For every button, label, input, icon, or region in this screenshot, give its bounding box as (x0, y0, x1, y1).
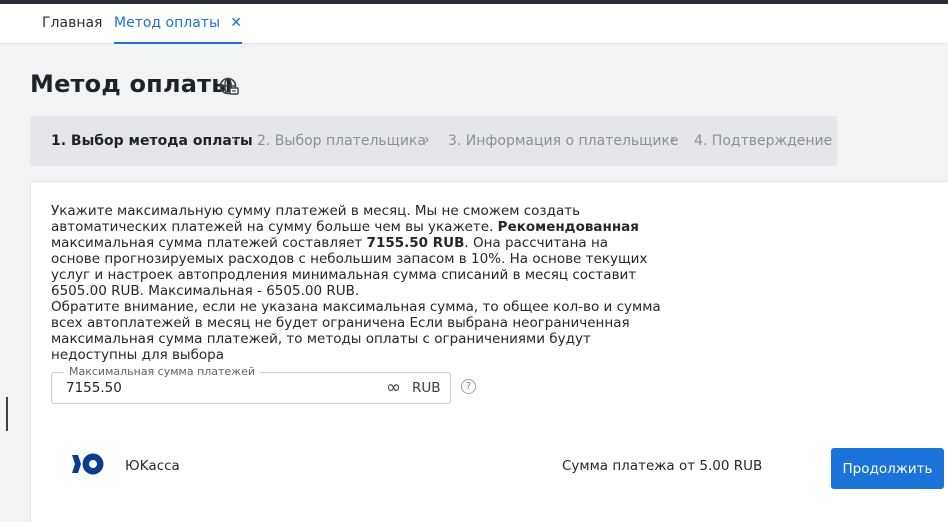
checkout-steps: 1. Выбор метода оплаты › 2. Выбор плател… (30, 116, 837, 166)
yookassa-logo (72, 453, 104, 475)
tab-payment-method-label[interactable]: Метод оплаты (114, 15, 220, 31)
max-amount-description: Укажите максимальную сумму платежей в ме… (51, 203, 661, 363)
infinity-icon[interactable]: ∞ (386, 377, 401, 399)
globe-icon[interactable] (219, 77, 239, 97)
provider-name: ЮKасса (125, 458, 180, 474)
min-amount-note: Сумма платежа от 5.00 RUB (562, 458, 763, 474)
chevron-right-icon: › (670, 132, 676, 148)
tab-home[interactable]: Главная (42, 4, 102, 43)
chevron-right-icon: › (424, 132, 430, 148)
tab-payment-method[interactable]: Метод оплаты ✕ (114, 4, 242, 44)
scroll-indicator[interactable] (6, 397, 8, 431)
description-paragraph-2: Обратите внимание, если не указана макси… (51, 299, 661, 363)
max-amount-field[interactable]: Максимальная сумма платежей ∞ RUB (51, 365, 451, 404)
max-amount-input[interactable] (66, 373, 366, 403)
tab-bar: Главная Метод оплаты ✕ (0, 4, 948, 44)
step-confirmation: 4. Подтверждение (694, 133, 833, 149)
currency-label: RUB (412, 380, 441, 396)
description-paragraph-1: Укажите максимальную сумму платежей в ме… (51, 203, 648, 299)
page-title: Метод оплаты (30, 70, 234, 98)
continue-button[interactable]: Продолжить (831, 448, 944, 489)
payment-method-card: Укажите максимальную сумму платежей в ме… (30, 181, 948, 522)
close-icon[interactable]: ✕ (230, 4, 242, 43)
step-choose-payer: 2. Выбор плательщика (257, 133, 426, 149)
chevron-right-icon: › (232, 132, 238, 148)
step-payer-info: 3. Информация о плательщике (448, 133, 679, 149)
help-icon[interactable]: ? (461, 379, 476, 394)
step-choose-method: 1. Выбор метода оплаты (51, 133, 253, 149)
